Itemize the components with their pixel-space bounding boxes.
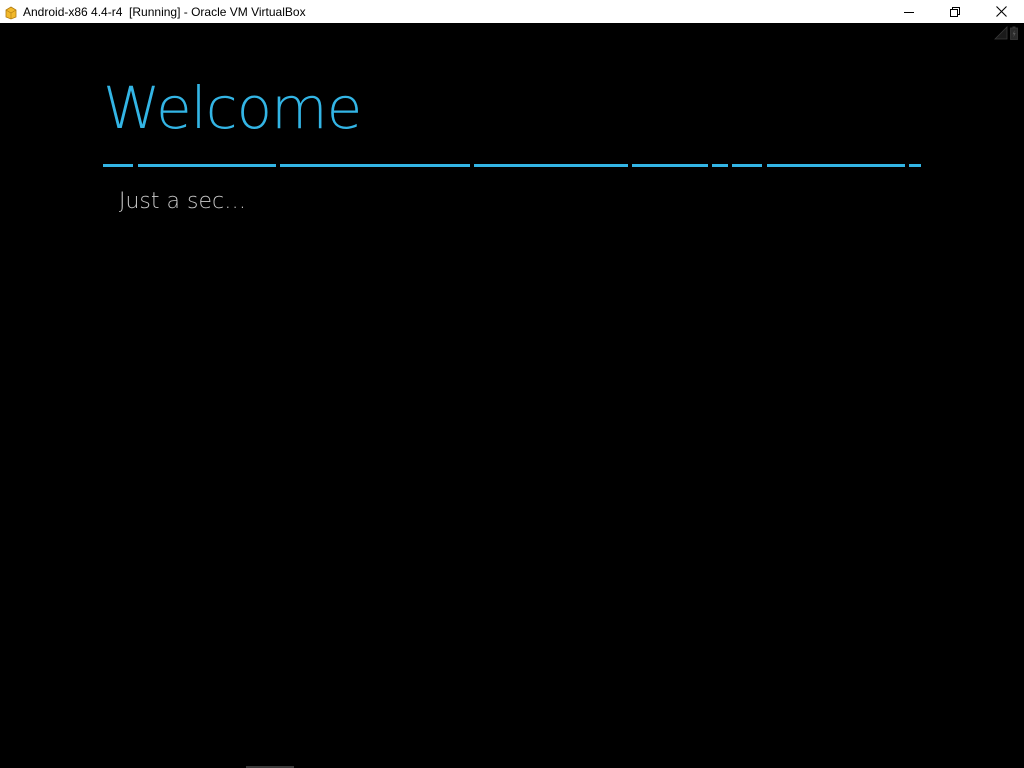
welcome-heading: Welcome <box>103 74 362 142</box>
divider-segment <box>138 164 276 167</box>
title-bar[interactable]: Android-x86 4.4-r4 [Running] - Oracle VM… <box>0 0 1024 23</box>
signal-icon <box>994 26 1008 40</box>
close-button[interactable] <box>978 0 1024 23</box>
virtualbox-app-icon[interactable] <box>4 5 18 19</box>
progress-divider <box>103 164 921 167</box>
restore-icon <box>950 6 960 17</box>
android-screen[interactable]: Welcome Just a sec… <box>0 23 1024 768</box>
divider-segment <box>632 164 708 167</box>
minimize-icon <box>904 11 914 13</box>
window-title: Android-x86 4.4-r4 [Running] - Oracle VM… <box>23 4 306 19</box>
minimize-button[interactable] <box>886 0 932 23</box>
restore-button[interactable] <box>932 0 978 23</box>
status-bar <box>994 26 1018 40</box>
loading-message: Just a sec… <box>119 189 247 214</box>
window-controls <box>886 0 1024 23</box>
battery-icon <box>1010 26 1018 40</box>
divider-segment <box>103 164 133 167</box>
divider-segment <box>712 164 728 167</box>
divider-segment <box>474 164 628 167</box>
divider-segment <box>767 164 905 167</box>
close-icon <box>995 6 1007 17</box>
virtualbox-window: Android-x86 4.4-r4 [Running] - Oracle VM… <box>0 0 1024 768</box>
divider-segment <box>280 164 470 167</box>
divider-segment <box>732 164 762 167</box>
divider-segment <box>909 164 921 167</box>
